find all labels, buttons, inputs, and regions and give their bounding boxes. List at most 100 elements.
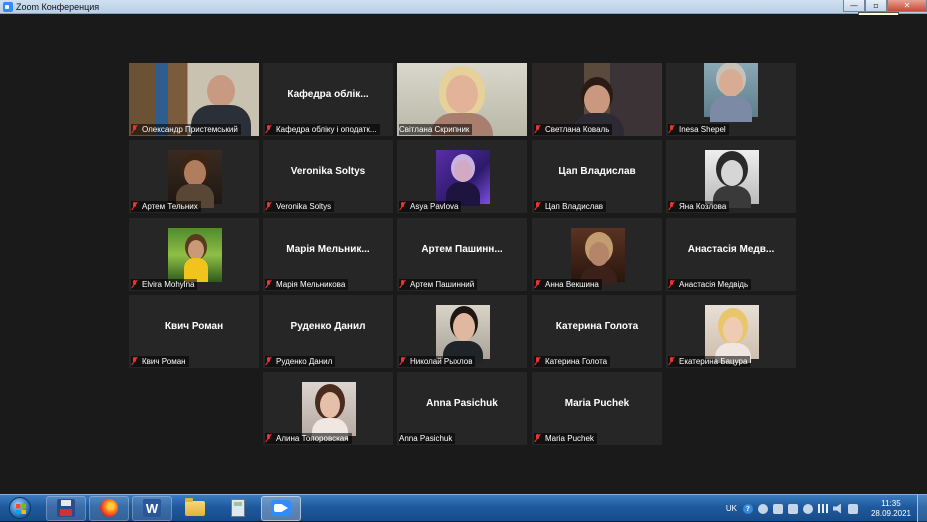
muted-mic-icon: [131, 125, 139, 134]
participant-tile[interactable]: Яна Козлова: [666, 140, 796, 213]
taskbar-app-calculator[interactable]: [218, 496, 258, 521]
participant-center-name: Квич Роман: [164, 321, 224, 332]
participant-name-label: Светлана Коваль: [534, 124, 613, 135]
muted-mic-icon: [534, 202, 542, 211]
taskbar-app-word[interactable]: W: [132, 495, 172, 521]
participant-tile[interactable]: Asya Pavlova: [397, 140, 527, 213]
participant-tile[interactable]: Elvira Mohylna: [129, 218, 259, 291]
gallery-view: Олександр Пристемський Кафедра облік... …: [0, 15, 927, 494]
participant-tile[interactable]: Анна Векшина: [532, 218, 662, 291]
show-desktop-button[interactable]: [917, 495, 927, 522]
muted-mic-icon: [668, 125, 676, 134]
participant-name-label: Яна Козлова: [668, 201, 730, 212]
participant-photo: [436, 305, 490, 363]
close-button[interactable]: ✕: [887, 0, 927, 12]
participant-name-label: Анна Векшина: [534, 279, 602, 290]
participant-name-label: Inesa Shepel: [668, 124, 729, 135]
window-controls: — ▫ ✕: [843, 0, 927, 12]
system-tray: UK ? 11:35 28.09.2021: [726, 495, 927, 522]
participant-center-name: Anna Pasichuk: [426, 398, 498, 409]
participant-photo: [168, 150, 222, 208]
folder-icon: [185, 497, 205, 516]
participant-center-name: Maria Puchek: [564, 398, 630, 409]
calculator-icon: [231, 499, 245, 517]
muted-mic-icon: [668, 357, 676, 366]
participant-name-label: Олександр Пристемський: [131, 124, 241, 135]
zoom-icon: [271, 500, 291, 516]
taskbar-app-zoom[interactable]: [261, 495, 301, 521]
participant-tile[interactable]: Квич Роман Квич Роман: [129, 295, 259, 368]
taskbar-app-save[interactable]: [46, 495, 86, 521]
muted-mic-icon: [399, 202, 407, 211]
participant-tile[interactable]: Марія Мельник... Марія Мельникова: [263, 218, 393, 291]
participant-tile[interactable]: Николай Рыхлов: [397, 295, 527, 368]
participant-tile[interactable]: Inesa Shepel: [666, 63, 796, 136]
system-clock[interactable]: 11:35 28.09.2021: [871, 499, 911, 519]
participant-photo: [168, 228, 222, 282]
participant-center-name: Кафедра облік...: [287, 89, 369, 100]
participant-name-label: Світлана Скрипник: [399, 124, 473, 135]
help-icon[interactable]: ?: [742, 503, 753, 514]
muted-mic-icon: [131, 280, 139, 289]
taskbar-app-explorer[interactable]: [175, 496, 215, 521]
muted-mic-icon: [265, 125, 273, 134]
tray-tool-icon[interactable]: [757, 503, 768, 514]
maximize-button[interactable]: ▫: [865, 0, 887, 12]
zoom-app-icon: [3, 1, 13, 12]
participant-tile[interactable]: Алина Топоровская: [263, 372, 393, 445]
active-speaker-tile[interactable]: Світлана Скрипник: [397, 63, 527, 136]
participant-name-label: Марія Мельникова: [265, 279, 349, 290]
muted-mic-icon: [265, 280, 273, 289]
muted-mic-icon: [668, 202, 676, 211]
participant-name-label: Анастасія Медвідь: [668, 279, 752, 290]
tray-zoom-icon[interactable]: [772, 503, 783, 514]
tray-update-icon[interactable]: [802, 503, 813, 514]
muted-mic-icon: [265, 357, 273, 366]
participant-name-label: Anna Pasichuk: [399, 433, 456, 444]
windows-taskbar: W UK ? 11:35 28.09.2021: [0, 494, 927, 522]
participant-tile[interactable]: Катерина Голота Катерина Голота: [532, 295, 662, 368]
muted-mic-icon: [399, 357, 407, 366]
participant-photo: [436, 150, 490, 206]
clock-time: 11:35: [881, 498, 901, 508]
participant-tile[interactable]: Maria Puchek Maria Puchek: [532, 372, 662, 445]
participant-name-label: Катерина Голота: [534, 356, 611, 367]
word-icon: W: [143, 499, 161, 517]
speaker-icon[interactable]: [832, 503, 841, 514]
participant-tile[interactable]: Анастасія Медв... Анастасія Медвідь: [666, 218, 796, 291]
start-button[interactable]: [3, 496, 37, 521]
participant-photo: [705, 305, 759, 363]
taskbar-app-firefox[interactable]: [89, 495, 129, 521]
firefox-icon: [100, 499, 118, 517]
participant-tile[interactable]: Anna Pasichuk Anna Pasichuk: [397, 372, 527, 445]
participant-tile[interactable]: Екатерина Бацура: [666, 295, 796, 368]
muted-mic-icon: [131, 357, 139, 366]
participant-tile[interactable]: Светлана Коваль: [532, 63, 662, 136]
language-indicator[interactable]: UK: [726, 504, 737, 513]
participant-name-label: Артем Тельних: [131, 201, 201, 212]
participant-name-label: Квич Роман: [131, 356, 189, 367]
participant-center-name: Руденко Данил: [290, 321, 366, 332]
floppy-icon: [57, 499, 75, 517]
minimize-button[interactable]: —: [843, 0, 865, 12]
participant-center-name: Марія Мельник...: [286, 244, 370, 255]
participant-center-name: Артем Пашинн...: [421, 244, 503, 255]
muted-mic-icon: [668, 280, 676, 289]
participant-tile[interactable]: Руденко Данил Руденко Данил: [263, 295, 393, 368]
tray-app-icon[interactable]: [787, 503, 798, 514]
participant-tile[interactable]: Цап Владислав Цап Владислав: [532, 140, 662, 213]
participant-name-label: Maria Puchek: [534, 433, 597, 444]
participant-tile[interactable]: Veronika Soltys Veronika Soltys: [263, 140, 393, 213]
participant-name-label: Алина Топоровская: [265, 433, 352, 444]
muted-mic-icon: [265, 202, 273, 211]
participant-photo: [704, 63, 758, 122]
tray-network-icon[interactable]: [847, 503, 858, 514]
participant-tile[interactable]: Артем Пашинн... Артем Пашинний: [397, 218, 527, 291]
participant-tile[interactable]: Кафедра облік... Кафедра обліку і оподат…: [263, 63, 393, 136]
muted-mic-icon: [534, 434, 542, 443]
participant-tile[interactable]: Артем Тельних: [129, 140, 259, 213]
participant-photo: [302, 382, 356, 440]
participant-photo: [705, 150, 759, 208]
participant-tile[interactable]: Олександр Пристемський: [129, 63, 259, 136]
network-signal-icon[interactable]: [817, 504, 828, 513]
